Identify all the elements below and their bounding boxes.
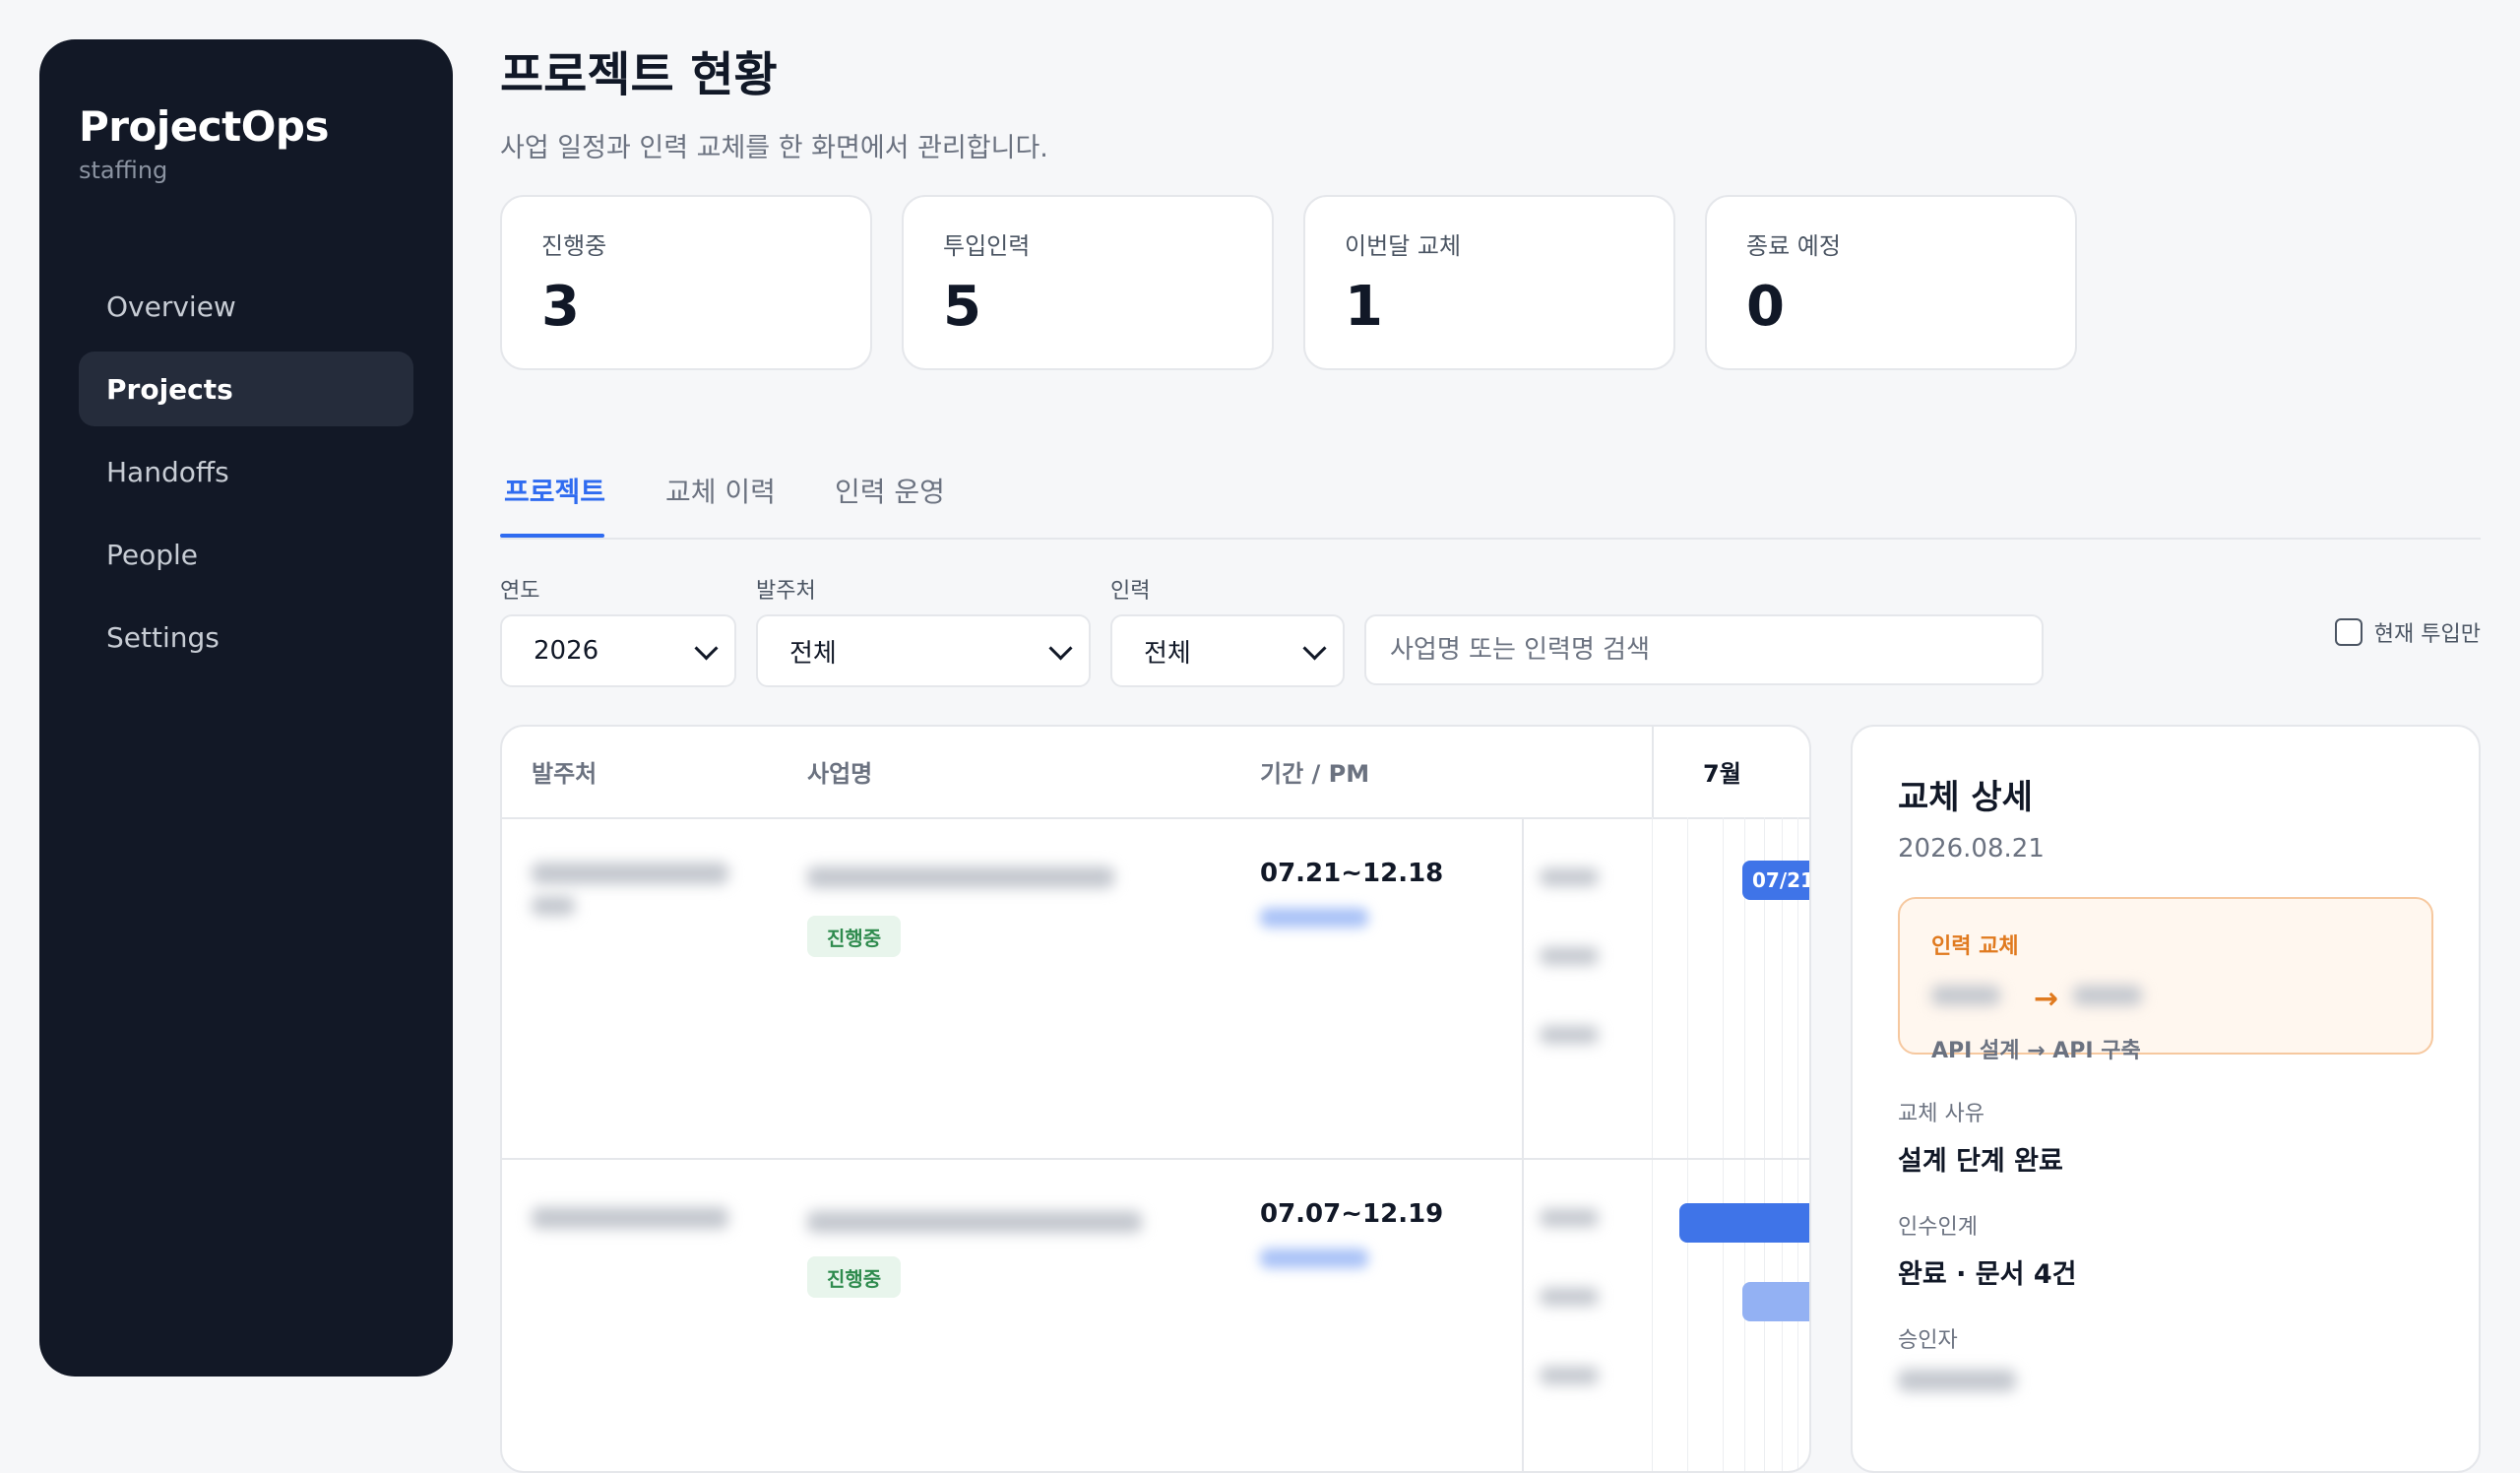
person-select[interactable]: 전체 <box>1110 614 1345 687</box>
stat-card-ending: 종료 예정 0 <box>1705 195 2077 370</box>
current-only-checkbox[interactable] <box>2334 618 2362 646</box>
redacted-person <box>1540 1367 1599 1384</box>
redacted-client <box>532 863 728 884</box>
person-filter-label: 인력 <box>1110 579 1151 604</box>
person-select-value: 전체 <box>1144 638 1191 669</box>
current-only-filter[interactable]: 현재 투입만 <box>2334 616 2481 648</box>
year-filter-label: 연도 <box>500 579 540 604</box>
stat-value: 1 <box>1345 275 1383 339</box>
sidebar-item-people[interactable]: People <box>79 517 413 592</box>
column-header-project: 사업명 <box>807 760 873 788</box>
tab-bar: 프로젝트 교체 이력 인력 운영 <box>500 439 2481 540</box>
page-title: 프로젝트 현황 <box>500 47 778 102</box>
stat-label: 종료 예정 <box>1746 232 1841 260</box>
stat-value: 5 <box>943 275 981 339</box>
sidebar-item-projects[interactable]: Projects <box>79 352 413 426</box>
handover-label: 인수인계 <box>1898 1215 1978 1240</box>
detail-date: 2026.08.21 <box>1898 834 2045 864</box>
redacted-project-name <box>807 1211 1142 1233</box>
gantt-bar-label: 07/21~ <box>1752 868 1809 892</box>
tab-active-indicator <box>500 534 604 538</box>
gantt-bar[interactable] <box>1742 1282 1809 1321</box>
projects-table: 발주처 사업명 기간 / PM 7월 진행중 07.21~12.18 07/21… <box>500 725 1811 1473</box>
stat-label: 진행중 <box>541 232 607 260</box>
redacted-person <box>1540 947 1599 965</box>
main-content: 프로젝트 현황 사업 일정과 인력 교체를 한 화면에서 관리합니다. 진행중 … <box>500 35 2481 1473</box>
redacted-approver <box>1898 1370 2016 1391</box>
redacted-client <box>532 896 575 916</box>
redacted-client <box>532 1207 728 1229</box>
stat-label: 투입인력 <box>943 232 1031 260</box>
redacted-person <box>1540 868 1599 886</box>
redacted-to-person <box>2073 986 2142 1005</box>
chevron-down-icon <box>694 636 719 661</box>
handoff-detail-panel: 교체 상세 2026.08.21 인력 교체 → API 설계 → API 구축… <box>1851 725 2481 1473</box>
sidebar-item-settings[interactable]: Settings <box>79 600 413 674</box>
stat-label: 이번달 교체 <box>1345 232 1462 260</box>
redacted-person <box>1540 1026 1599 1044</box>
handover-value: 완료 · 문서 4건 <box>1898 1259 2077 1290</box>
current-only-label: 현재 투입만 <box>2373 622 2481 647</box>
stat-card-handoffs: 이번달 교체 1 <box>1303 195 1675 370</box>
stats-row: 진행중 3 투입인력 5 이번달 교체 1 종료 예정 0 <box>500 195 2077 370</box>
column-header-period: 기간 / PM <box>1260 760 1370 788</box>
table-header: 발주처 사업명 기간 / PM 7월 <box>502 727 1809 819</box>
approver-label: 승인자 <box>1898 1328 1958 1353</box>
swap-card: 인력 교체 → API 설계 → API 구축 <box>1898 897 2433 1063</box>
client-filter-label: 발주처 <box>756 579 816 604</box>
year-select[interactable]: 2026 <box>500 614 736 687</box>
stat-value: 0 <box>1746 275 1785 339</box>
redacted-project-name <box>807 866 1114 888</box>
gantt-bar[interactable] <box>1679 1203 1809 1243</box>
tab-handoff-history[interactable]: 교체 이력 <box>665 471 776 510</box>
gantt-bar[interactable]: 07/21~ <box>1742 861 1809 900</box>
table-row[interactable]: 진행중 07.07~12.19 <box>502 1158 1809 1471</box>
brand-subtitle: staffing <box>79 157 168 184</box>
redacted-from-person <box>1931 986 2000 1005</box>
reason-value: 설계 단계 완료 <box>1898 1146 2063 1177</box>
year-select-value: 2026 <box>534 636 599 666</box>
page-subtitle: 사업 일정과 인력 교체를 한 화면에서 관리합니다. <box>500 133 1048 163</box>
status-badge: 진행중 <box>807 1256 902 1298</box>
redacted-person <box>1540 1209 1599 1227</box>
table-row[interactable]: 진행중 07.21~12.18 07/21~ <box>502 817 1809 1160</box>
swap-roles: API 설계 → API 구축 <box>1931 1039 2141 1063</box>
month-divider <box>1652 727 1654 817</box>
chevron-down-icon <box>1302 636 1327 661</box>
sidebar-item-overview[interactable]: Overview <box>79 269 413 344</box>
stat-value: 3 <box>541 275 580 339</box>
client-select[interactable]: 전체 <box>756 614 1091 687</box>
redacted-person <box>1540 1288 1599 1306</box>
search-input[interactable] <box>1364 614 2044 685</box>
period-text: 07.07~12.19 <box>1260 1199 1444 1229</box>
chevron-down-icon <box>1048 636 1073 661</box>
stat-card-staff: 투입인력 5 <box>902 195 1274 370</box>
period-text: 07.21~12.18 <box>1260 859 1444 888</box>
tab-staff-operations[interactable]: 인력 운영 <box>835 471 945 510</box>
detail-title: 교체 상세 <box>1898 778 2033 817</box>
arrow-right-icon: → <box>2034 982 2059 1016</box>
brand-title: ProjectOps <box>79 102 329 151</box>
status-badge: 진행중 <box>807 916 902 957</box>
redacted-pm-name <box>1260 908 1368 928</box>
stat-card-active: 진행중 3 <box>500 195 872 370</box>
client-select-value: 전체 <box>789 638 837 669</box>
sidebar-nav: Overview Projects Handoffs People Settin… <box>79 269 413 674</box>
column-header-month: 7월 <box>1703 760 1741 788</box>
redacted-pm-name <box>1260 1249 1368 1268</box>
sidebar-item-handoffs[interactable]: Handoffs <box>79 434 413 509</box>
reason-label: 교체 사유 <box>1898 1102 1984 1126</box>
tab-projects[interactable]: 프로젝트 <box>504 471 605 510</box>
column-header-client: 발주처 <box>532 760 598 788</box>
swap-label: 인력 교체 <box>1931 934 2019 959</box>
sidebar: ProjectOps staffing Overview Projects Ha… <box>39 39 453 1377</box>
